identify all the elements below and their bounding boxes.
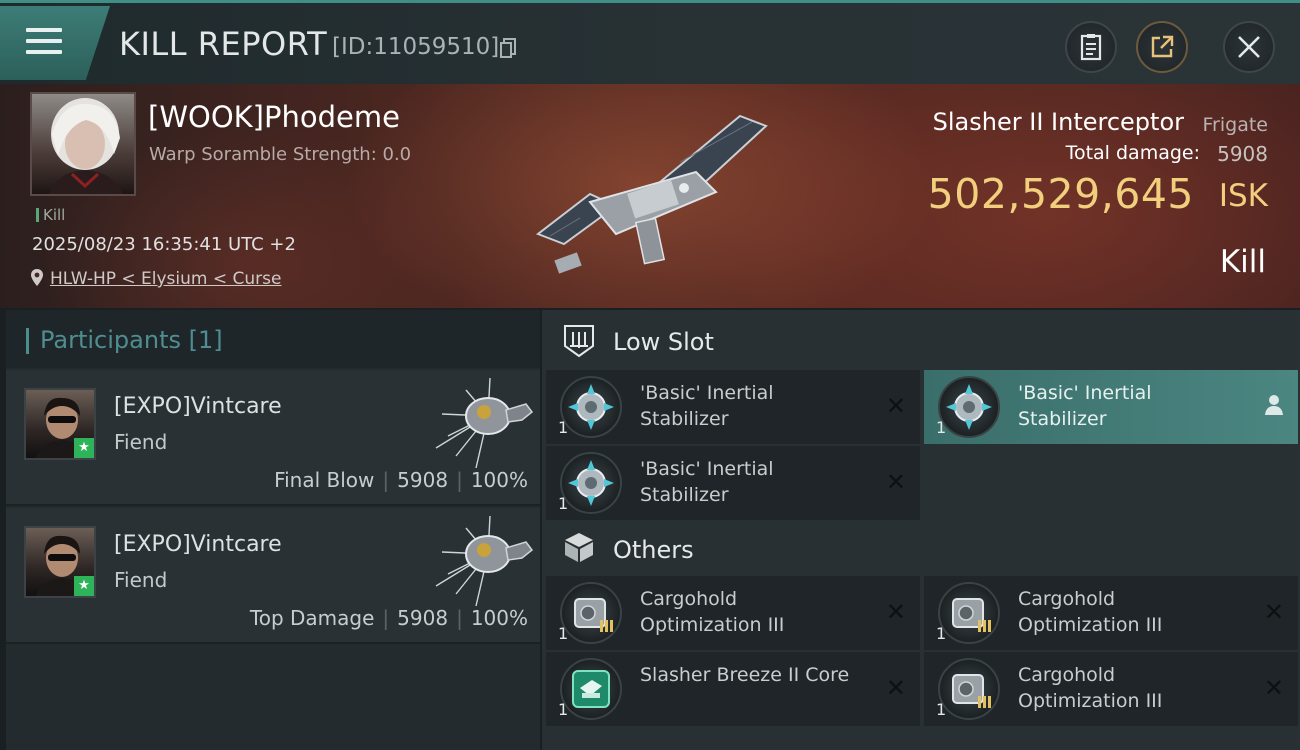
module-qty: 1 <box>558 494 569 513</box>
result-label: Kill <box>1219 244 1266 280</box>
participants-title: Participants [1] <box>40 326 223 354</box>
participant-damage: 5908 <box>397 606 449 630</box>
star-badge-icon: ★ <box>74 438 94 458</box>
close-button[interactable] <box>1223 21 1275 73</box>
portrait-art <box>49 98 123 194</box>
module-qty: 1 <box>936 624 947 643</box>
victim-ship-name[interactable]: Slasher II Interceptor <box>933 108 1184 136</box>
fiend-ship-icon <box>435 377 534 469</box>
module-item[interactable]: 1 Cargohold Optimization III ✕ <box>924 576 1298 650</box>
location-text[interactable]: HLW-HP < Elysium < Curse <box>50 269 281 289</box>
participant-percent: 100% <box>470 468 528 492</box>
module-item[interactable]: 1 Slasher Breeze II Core ✕ <box>546 652 920 726</box>
module-item[interactable]: 1 'Basic' Inertial Stabilizer ✕ <box>546 446 920 520</box>
participant-role: Top Damage <box>249 606 375 630</box>
module-item[interactable]: 1 Cargohold Optimization III ✕ <box>924 652 1298 726</box>
participant-ship: Fiend <box>114 568 168 592</box>
close-icon <box>1238 36 1260 58</box>
cargohold-icon <box>938 658 1000 720</box>
participant-row[interactable]: ★ [EXPO]Vintcare Fiend Top Damage | 5908 | 1… <box>6 508 540 644</box>
cargohold-icon <box>938 582 1000 644</box>
participant-row[interactable]: ★ [EXPO]Vintcare Fiend Final Blow | 5908 | 1… <box>6 370 540 506</box>
module-name: 'Basic' Inertial Stabilizer <box>640 458 774 506</box>
module-name: 'Basic' Inertial Stabilizer <box>640 382 774 430</box>
clipboard-icon <box>1080 34 1102 61</box>
top-bar: KILL REPORT [ID:11059510] <box>0 0 1300 84</box>
module-qty: 1 <box>936 418 947 437</box>
victim-ship-class: Frigate <box>1202 114 1268 136</box>
kill-tag: Kill <box>36 206 65 224</box>
inertial-stabilizer-icon <box>560 452 622 514</box>
copy-icon[interactable] <box>500 38 516 58</box>
module-name: Cargohold Optimization III <box>640 588 785 636</box>
low-slot-title: Low Slot <box>613 328 714 356</box>
participant-name[interactable]: [EXPO]Vintcare <box>114 394 282 419</box>
kill-timestamp: 2025/08/23 16:35:41 UTC +2 <box>32 234 296 255</box>
share-button[interactable] <box>1136 21 1188 73</box>
page-title: KILL REPORT <box>119 25 328 63</box>
participant-stats: Top Damage | 5908 | 100% <box>249 606 528 630</box>
inertial-stabilizer-icon <box>938 376 1000 438</box>
participants-panel: Participants [1] ★ [EXPO]Vintcare Fiend <box>6 310 540 750</box>
destroyed-x-icon: ✕ <box>885 392 906 420</box>
menu-button[interactable] <box>0 6 110 80</box>
module-name: Cargohold Optimization III <box>1018 588 1163 636</box>
module-qty: 1 <box>558 700 569 719</box>
victim-summary: [WOOK]Phodeme Warp Soramble Strength: 0.… <box>0 84 1300 308</box>
isk-value: 502,529,645 <box>927 170 1194 218</box>
isk-unit: ISK <box>1218 178 1268 214</box>
person-icon <box>1265 395 1283 415</box>
notes-button[interactable] <box>1065 21 1117 73</box>
module-item[interactable]: 1 'Basic' Inertial Stabilizer <box>924 370 1298 444</box>
map-pin-icon <box>31 269 43 286</box>
module-item[interactable]: 1 'Basic' Inertial Stabilizer ✕ <box>546 370 920 444</box>
destroyed-x-icon: ✕ <box>885 598 906 626</box>
kill-tag-label: Kill <box>43 206 66 224</box>
ship-render <box>535 114 768 274</box>
module-qty: 1 <box>558 418 569 437</box>
victim-name[interactable]: [WOOK]Phodeme <box>148 100 400 134</box>
avatar[interactable]: ★ <box>24 388 96 460</box>
destroyed-x-icon: ✕ <box>885 468 906 496</box>
total-damage-label: Total damage: <box>1065 142 1200 164</box>
participant-damage: 5908 <box>397 468 449 492</box>
participant-ship: Fiend <box>114 430 168 454</box>
low-slot-icon <box>564 325 594 358</box>
cargohold-icon <box>560 582 622 644</box>
warp-scramble-strength: Warp Soramble Strength: 0.0 <box>149 144 412 165</box>
ship-core-icon <box>560 658 622 720</box>
destroyed-x-icon: ✕ <box>885 674 906 702</box>
victim-portrait[interactable] <box>30 92 136 196</box>
participant-percent: 100% <box>470 606 528 630</box>
star-badge-icon: ★ <box>74 576 94 596</box>
box-icon <box>565 533 593 562</box>
participant-name[interactable]: [EXPO]Vintcare <box>114 532 282 557</box>
avatar[interactable]: ★ <box>24 526 96 598</box>
module-item[interactable]: 1 Cargohold Optimization III ✕ <box>546 576 920 650</box>
report-id: [ID:11059510] <box>332 34 500 60</box>
module-qty: 1 <box>558 624 569 643</box>
participant-role: Final Blow <box>274 468 375 492</box>
participant-stats: Final Blow | 5908 | 100% <box>274 468 528 492</box>
participants-header: Participants [1] <box>6 310 540 368</box>
fiend-ship-icon <box>435 515 534 607</box>
module-name: 'Basic' Inertial Stabilizer <box>1018 382 1152 430</box>
destroyed-x-icon: ✕ <box>1263 598 1284 626</box>
fitting-panel: Low Slot 1 'Basic' Inertial Stabilizer ✕… <box>542 310 1300 750</box>
location-link[interactable]: HLW-HP < Elysium < Curse <box>30 268 281 289</box>
share-icon <box>1151 35 1174 58</box>
hamburger-icon <box>26 28 62 58</box>
module-name: Slasher Breeze II Core <box>640 664 850 686</box>
module-name: Cargohold Optimization III <box>1018 664 1163 712</box>
others-title: Others <box>613 536 694 564</box>
destroyed-x-icon: ✕ <box>1263 674 1284 702</box>
module-qty: 1 <box>936 700 947 719</box>
total-damage-value: 5908 <box>1217 142 1268 166</box>
inertial-stabilizer-icon <box>560 376 622 438</box>
